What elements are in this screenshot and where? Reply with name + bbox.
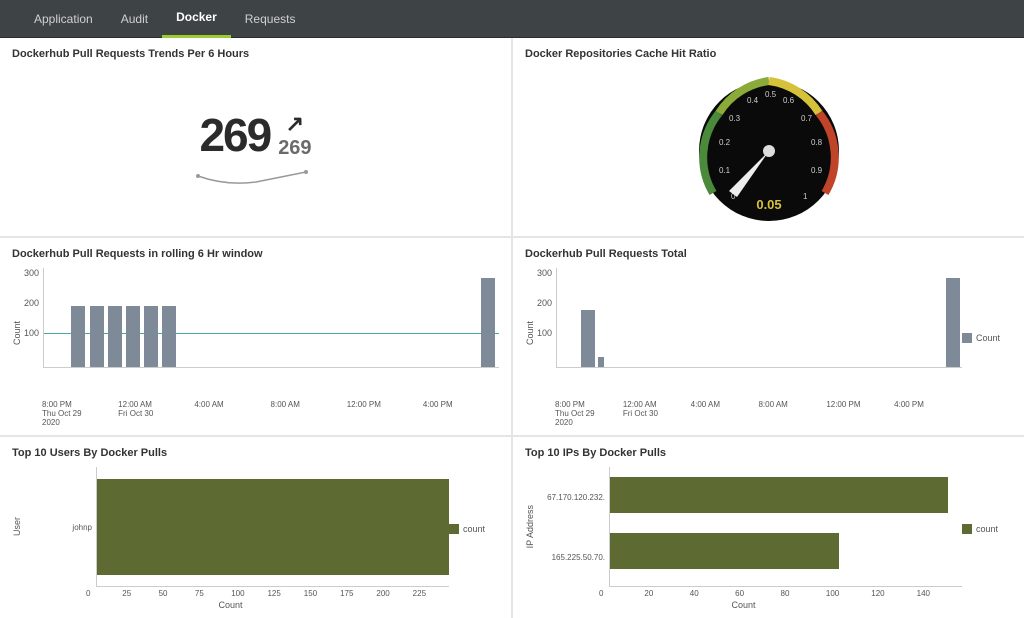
panel-rolling: Dockerhub Pull Requests in rolling 6 Hr … (0, 238, 511, 435)
nav-audit[interactable]: Audit (107, 0, 162, 38)
gauge: 0 0.1 0.2 0.3 0.4 0.5 0.6 0.7 0.8 0.9 1 … (689, 73, 849, 223)
nav-requests[interactable]: Requests (231, 0, 310, 38)
panel-title: Dockerhub Pull Requests Total (525, 248, 962, 260)
y-axis-label: IP Address (525, 505, 535, 548)
y-axis-label: User (12, 517, 22, 536)
panel-gauge: Docker Repositories Cache Hit Ratio 0 0.… (513, 38, 1024, 236)
legend[interactable]: count (449, 524, 485, 534)
x-axis-label: Count (525, 600, 962, 610)
panel-title: Top 10 IPs By Docker Pulls (525, 447, 962, 459)
navbar: Application Audit Docker Requests (0, 0, 1024, 38)
panel-users: Top 10 Users By Docker Pulls User johnp … (0, 437, 511, 618)
x-axis: 0 20 40 60 80 100 120 140 (599, 589, 962, 598)
svg-text:0.2: 0.2 (719, 138, 731, 147)
panel-title: Dockerhub Pull Requests Trends Per 6 Hou… (12, 48, 499, 60)
svg-text:0.4: 0.4 (747, 96, 759, 105)
plot-area[interactable] (609, 467, 962, 587)
nav-docker[interactable]: Docker (162, 0, 231, 38)
x-axis-label: Count (12, 600, 449, 610)
y-axis: 300 200 100 (24, 268, 43, 368)
svg-text:0.8: 0.8 (811, 138, 823, 147)
legend[interactable]: count (962, 524, 998, 534)
svg-text:0.3: 0.3 (729, 114, 741, 123)
nav-application[interactable]: Application (20, 0, 107, 38)
trend-delta: 269 (278, 137, 311, 160)
trend-visual: 269 ↗ 269 (12, 68, 499, 228)
panel-trend: Dockerhub Pull Requests Trends Per 6 Hou… (0, 38, 511, 236)
plot-area[interactable] (96, 467, 449, 587)
panel-title: Top 10 Users By Docker Pulls (12, 447, 449, 459)
gauge-value: 0.05 (756, 197, 781, 212)
panel-title: Dockerhub Pull Requests in rolling 6 Hr … (12, 248, 499, 260)
legend[interactable]: Count (962, 333, 1000, 343)
x-axis: 8:00 PMThu Oct 292020 12:00 AMFri Oct 30… (42, 400, 499, 427)
x-axis: 8:00 PMThu Oct 292020 12:00 AMFri Oct 30… (555, 400, 962, 427)
svg-text:0.7: 0.7 (801, 114, 813, 123)
sparkline (196, 168, 316, 188)
plot-area[interactable] (556, 268, 962, 368)
panel-ips: Top 10 IPs By Docker Pulls IP Address 67… (513, 437, 1024, 618)
y-axis-label: Count (525, 321, 535, 345)
panel-total: Dockerhub Pull Requests Total Count 300 … (513, 238, 1024, 435)
panel-title: Docker Repositories Cache Hit Ratio (525, 48, 1012, 60)
trend-arrow-icon: ↗ (286, 111, 304, 137)
x-axis: 0 25 50 75 100 125 150 175 200 225 (86, 589, 449, 598)
y-axis: 300 200 100 (537, 268, 556, 368)
svg-text:0.6: 0.6 (783, 96, 795, 105)
trend-value: 269 (199, 108, 270, 162)
svg-text:0.1: 0.1 (719, 166, 731, 175)
y-categories: 67.170.120.232. 165.225.50.70. (539, 467, 609, 587)
plot-area[interactable] (43, 268, 499, 368)
svg-text:1: 1 (803, 192, 808, 201)
svg-text:0.9: 0.9 (811, 166, 823, 175)
y-axis-label: Count (12, 321, 22, 345)
dashboard-grid: Dockerhub Pull Requests Trends Per 6 Hou… (0, 38, 1024, 618)
svg-text:0.5: 0.5 (765, 90, 777, 99)
y-categories: johnp (26, 467, 96, 587)
